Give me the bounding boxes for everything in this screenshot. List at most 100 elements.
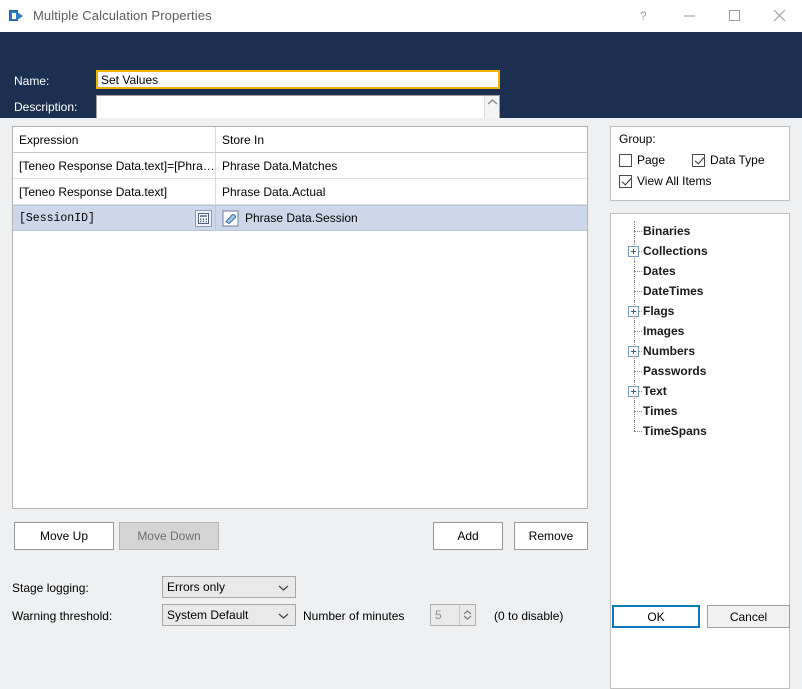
tree-item-binaries[interactable]: Binaries bbox=[611, 221, 789, 241]
tree-item-label: TimeSpans bbox=[643, 424, 707, 438]
ok-button[interactable]: OK bbox=[612, 605, 700, 628]
tree-item-times[interactable]: Times bbox=[611, 401, 789, 421]
group-title: Group: bbox=[619, 132, 656, 146]
cell-store-in[interactable]: Phrase Data.Actual bbox=[216, 179, 587, 204]
store-in-text: Phrase Data.Actual bbox=[222, 184, 326, 199]
chevron-down-icon bbox=[278, 608, 289, 622]
expression-text: [Teneo Response Data.text]=[Phrase… bbox=[19, 158, 215, 173]
tree-item-label: DateTimes bbox=[643, 284, 704, 298]
window-controls: ? bbox=[622, 0, 802, 31]
expand-icon[interactable] bbox=[628, 306, 639, 317]
name-label: Name: bbox=[14, 74, 50, 88]
tree-item-label: Passwords bbox=[643, 364, 707, 378]
tree-connector bbox=[625, 421, 643, 441]
tree-item-numbers[interactable]: Numbers bbox=[611, 341, 789, 361]
tree-connector bbox=[625, 401, 643, 421]
disable-hint-label: (0 to disable) bbox=[494, 609, 564, 623]
chevron-up-icon bbox=[487, 99, 497, 105]
tree-item-label: Collections bbox=[643, 244, 708, 258]
checkbox-page[interactable] bbox=[619, 153, 632, 167]
stage-logging-label: Stage logging: bbox=[12, 581, 89, 595]
tree-item-datetimes[interactable]: DateTimes bbox=[611, 281, 789, 301]
close-icon[interactable] bbox=[757, 0, 802, 31]
name-input[interactable] bbox=[96, 70, 500, 89]
cancel-button[interactable]: Cancel bbox=[707, 605, 790, 628]
help-icon[interactable]: ? bbox=[622, 0, 667, 31]
tree-item-label: Flags bbox=[643, 304, 675, 318]
tree-connector bbox=[625, 221, 643, 241]
properties-header: Name: Description: bbox=[0, 32, 802, 142]
tree-connector bbox=[625, 361, 643, 381]
cell-expression[interactable]: [Teneo Response Data.text]=[Phrase… bbox=[13, 153, 216, 178]
warning-threshold-value: System Default bbox=[167, 608, 249, 622]
minimize-icon[interactable] bbox=[667, 0, 712, 31]
number-of-minutes-stepper: 5 bbox=[430, 604, 476, 626]
tree-item-passwords[interactable]: Passwords bbox=[611, 361, 789, 381]
checkbox-view-all-items-label: View All Items bbox=[637, 174, 712, 188]
add-button[interactable]: Add bbox=[433, 522, 503, 550]
expression-text: [SessionID] bbox=[19, 211, 95, 225]
remove-button[interactable]: Remove bbox=[514, 522, 588, 550]
svg-text:?: ? bbox=[640, 9, 647, 22]
column-header-expression: Expression bbox=[13, 127, 216, 152]
data-item-icon bbox=[222, 210, 239, 227]
grid-header-row: Expression Store In bbox=[13, 127, 587, 153]
store-in-text: Phrase Data.Matches bbox=[222, 158, 338, 173]
calculator-icon[interactable] bbox=[195, 209, 212, 227]
spinner-arrows bbox=[459, 605, 475, 625]
table-row-selected[interactable]: [SessionID] Phrase Data.Session bbox=[13, 205, 587, 231]
expand-icon[interactable] bbox=[628, 246, 639, 257]
spinner-down-icon bbox=[463, 615, 472, 620]
stage-logging-value: Errors only bbox=[167, 580, 226, 594]
maximize-icon[interactable] bbox=[712, 0, 757, 31]
window-title: Multiple Calculation Properties bbox=[33, 8, 212, 23]
tree-item-label: Times bbox=[643, 404, 678, 418]
number-of-minutes-label: Number of minutes bbox=[303, 609, 405, 623]
store-in-text: Phrase Data.Session bbox=[245, 211, 358, 225]
move-down-button: Move Down bbox=[119, 522, 219, 550]
tree-item-label: Dates bbox=[643, 264, 676, 278]
expand-icon[interactable] bbox=[628, 386, 639, 397]
table-row[interactable]: [Teneo Response Data.text]=[Phrase… Phra… bbox=[13, 153, 587, 179]
group-panel: Group: Page Data Type View All Items bbox=[610, 126, 790, 201]
expand-icon[interactable] bbox=[628, 346, 639, 357]
cell-expression[interactable]: [Teneo Response Data.text] bbox=[13, 179, 216, 204]
number-of-minutes-value: 5 bbox=[435, 608, 442, 622]
warning-threshold-select[interactable]: System Default bbox=[162, 604, 296, 626]
view-all-row: View All Items bbox=[619, 174, 781, 188]
checkbox-data-type[interactable] bbox=[692, 153, 706, 167]
checkbox-page-label: Page bbox=[637, 153, 666, 167]
tree-connector bbox=[625, 281, 643, 301]
tree-connector bbox=[625, 241, 643, 261]
checkbox-view-all-items[interactable] bbox=[619, 174, 632, 188]
tree-item-collections[interactable]: Collections bbox=[611, 241, 789, 261]
tree-item-label: Text bbox=[643, 384, 667, 398]
cell-store-in[interactable]: Phrase Data.Session bbox=[216, 206, 587, 230]
cell-expression[interactable]: [SessionID] bbox=[13, 206, 216, 230]
tree-item-label: Binaries bbox=[643, 224, 691, 238]
group-checkbox-row: Page Data Type bbox=[619, 153, 781, 167]
tree-item-flags[interactable]: Flags bbox=[611, 301, 789, 321]
tree-connector bbox=[625, 261, 643, 281]
stage-logging-select[interactable]: Errors only bbox=[162, 576, 296, 598]
app-icon bbox=[9, 8, 25, 24]
table-row[interactable]: [Teneo Response Data.text] Phrase Data.A… bbox=[13, 179, 587, 205]
tree-connector bbox=[625, 301, 643, 321]
tree-item-label: Numbers bbox=[643, 344, 696, 358]
description-label: Description: bbox=[14, 100, 78, 114]
expressions-grid[interactable]: Expression Store In [Teneo Response Data… bbox=[12, 126, 588, 509]
tree-item-label: Images bbox=[643, 324, 685, 338]
tree-item-text[interactable]: Text bbox=[611, 381, 789, 401]
move-up-button[interactable]: Move Up bbox=[14, 522, 114, 550]
checkbox-data-type-label: Data Type bbox=[710, 153, 765, 167]
tree-connector bbox=[625, 321, 643, 341]
title-bar: Multiple Calculation Properties ? bbox=[0, 0, 802, 32]
tree-item-images[interactable]: Images bbox=[611, 321, 789, 341]
expression-text: [Teneo Response Data.text] bbox=[19, 184, 168, 199]
tree-connector bbox=[625, 341, 643, 361]
tree-item-dates[interactable]: Dates bbox=[611, 261, 789, 281]
dialog-body: Expression Store In [Teneo Response Data… bbox=[0, 118, 802, 689]
tree-item-timespans[interactable]: TimeSpans bbox=[611, 421, 789, 441]
cell-store-in[interactable]: Phrase Data.Matches bbox=[216, 153, 587, 178]
tree-connector bbox=[625, 381, 643, 401]
